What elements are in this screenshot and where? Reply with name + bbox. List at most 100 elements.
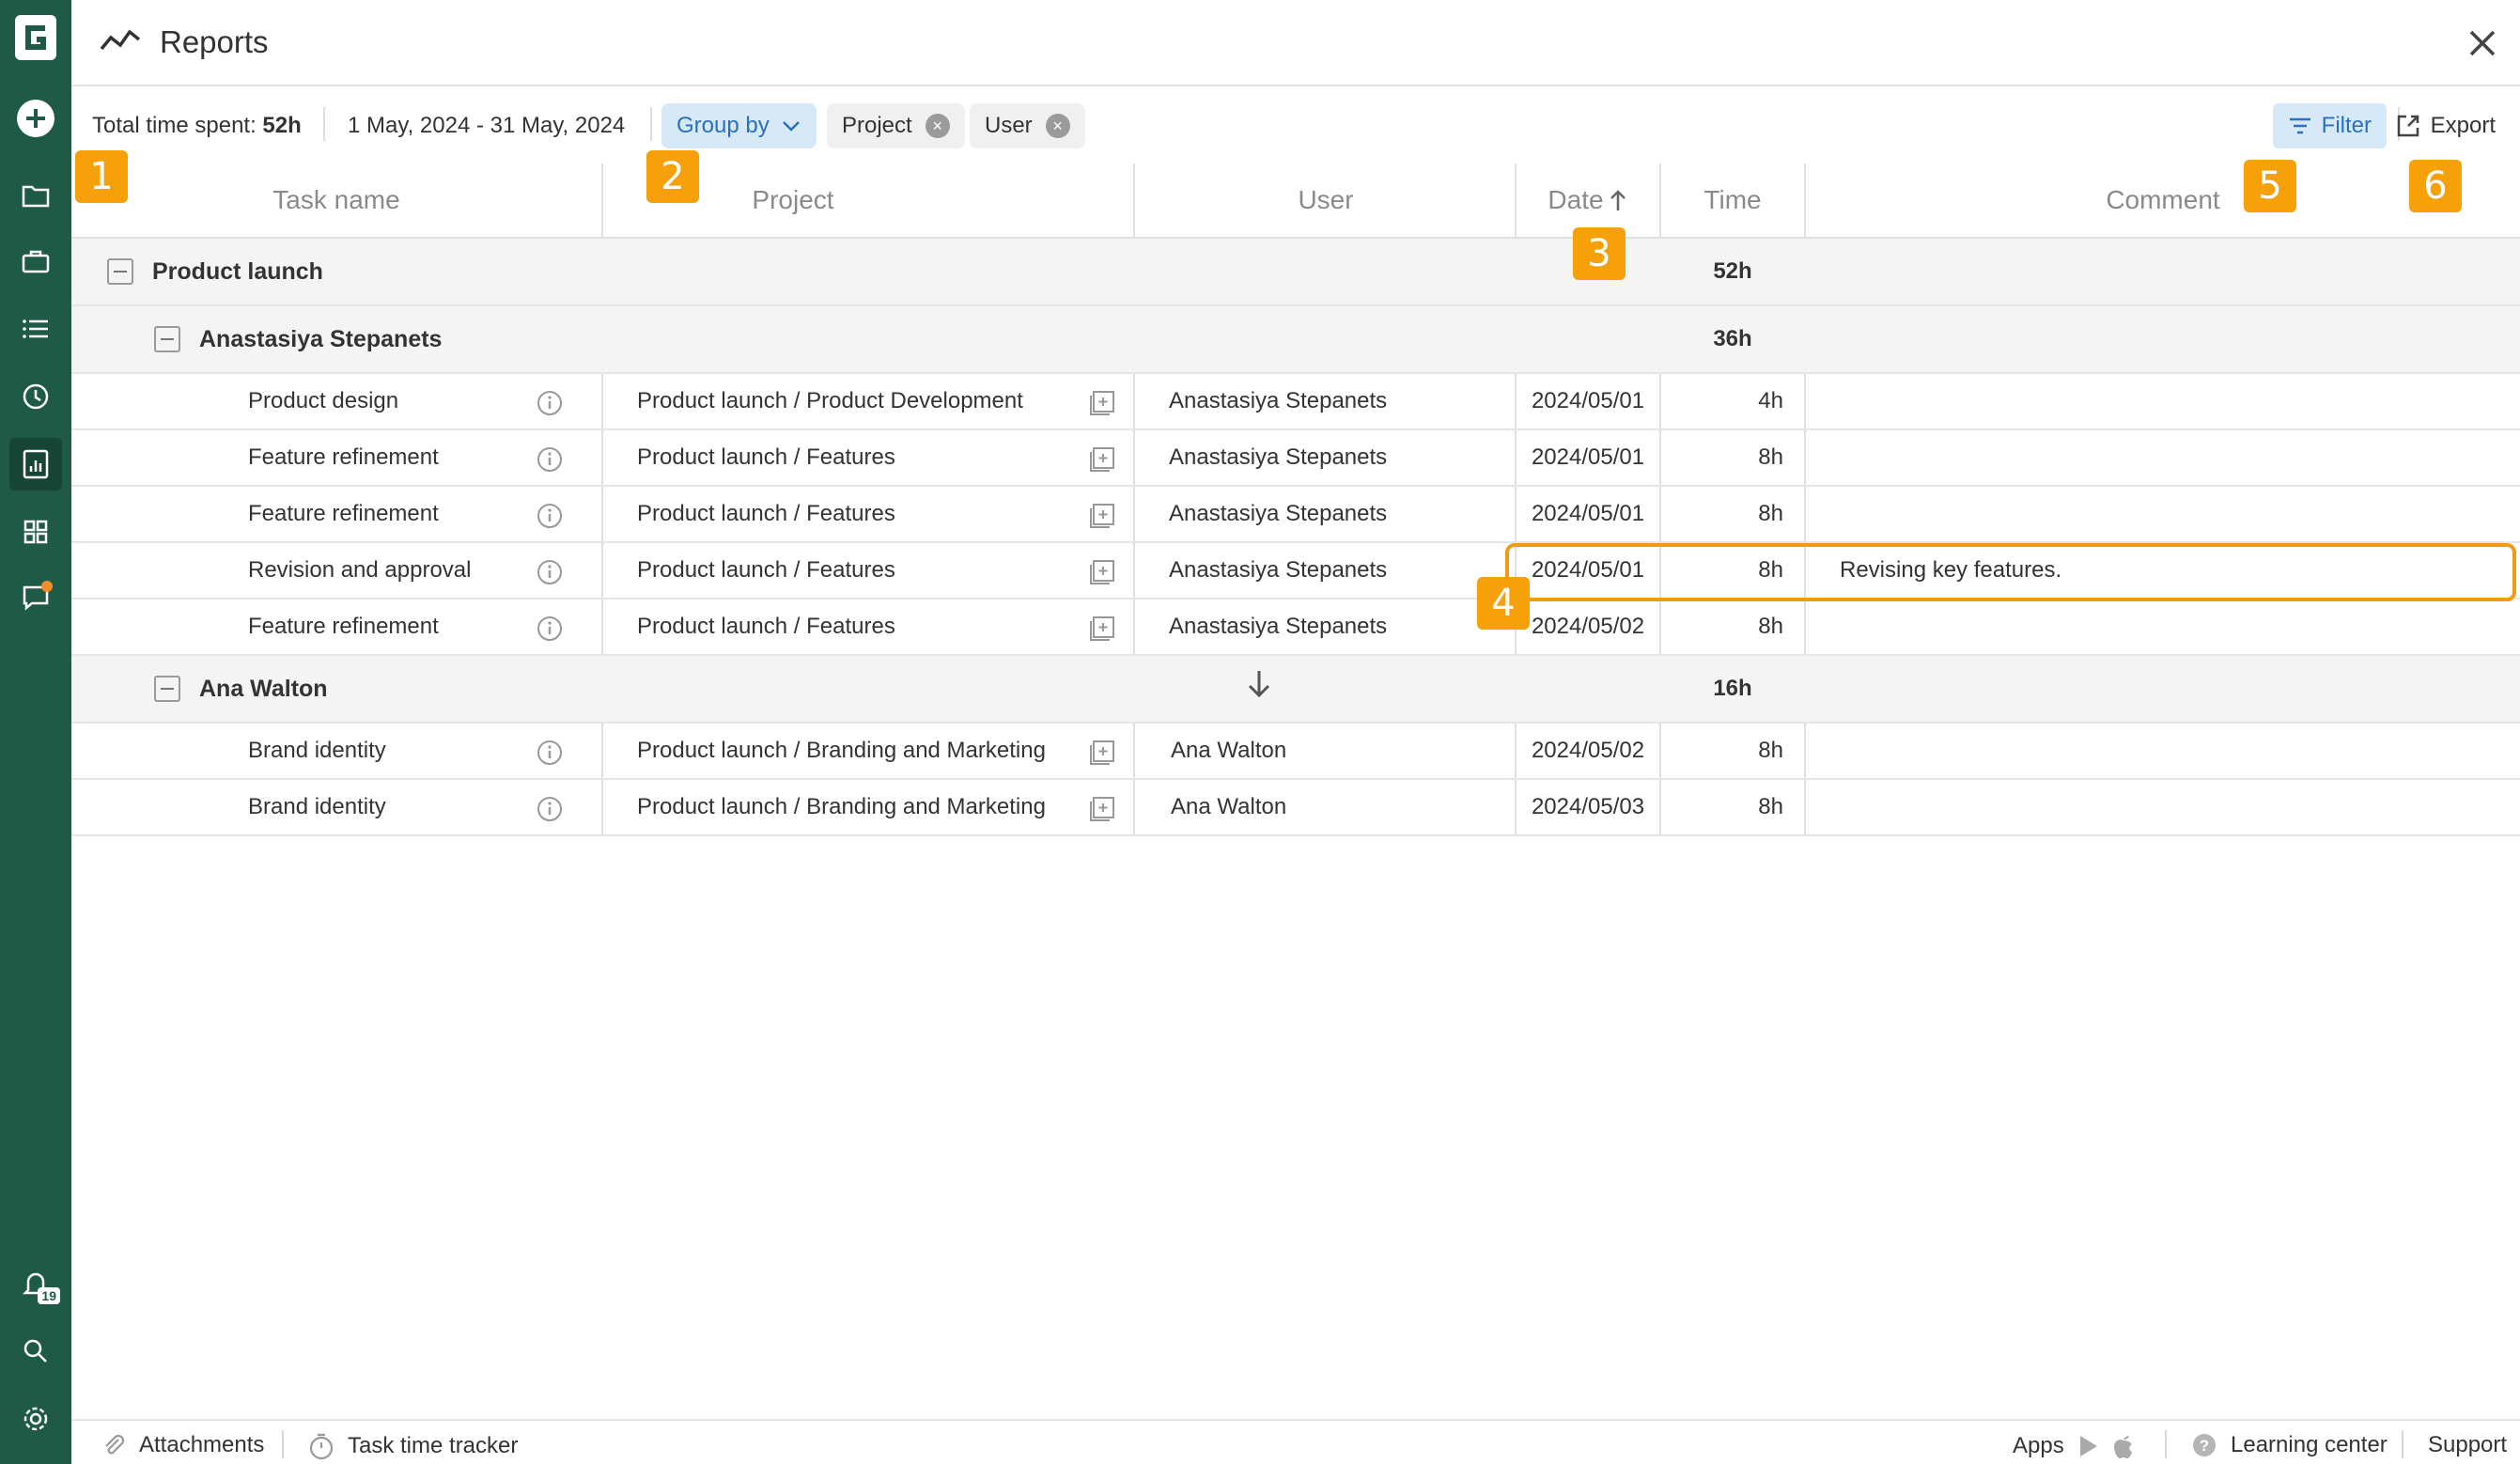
open-project-icon[interactable] [1088, 445, 1116, 474]
close-icon[interactable] [2464, 24, 2501, 62]
open-project-icon[interactable] [1088, 389, 1116, 417]
collapse-toggle-icon[interactable] [107, 258, 133, 285]
table-row[interactable]: Feature refinement Product launch / Feat… [71, 600, 2520, 656]
group-row-user[interactable]: Ana Walton 16h [71, 656, 2520, 724]
step-marker-4: 4 [1477, 577, 1530, 630]
column-header-date[interactable]: Date [1517, 164, 1659, 237]
entry-date[interactable]: 2024/05/01 [1517, 487, 1659, 541]
chat-icon[interactable] [17, 579, 54, 616]
group-row-project[interactable]: Product launch 52h [71, 239, 2520, 306]
entry-time[interactable]: 8h [1661, 487, 1783, 541]
remove-chip-icon[interactable]: × [925, 114, 950, 138]
total-time-label: Total time spent: [92, 113, 257, 138]
notifications-bell-icon[interactable]: 19 [17, 1265, 60, 1304]
arrow-down-icon[interactable] [1240, 665, 1278, 703]
entry-time[interactable]: 8h [1661, 600, 1783, 654]
task-name[interactable]: Brand identity [248, 724, 386, 778]
project-path[interactable]: Product launch / Product Development [637, 374, 1023, 428]
task-name[interactable]: Feature refinement [248, 487, 439, 541]
info-icon[interactable] [536, 739, 564, 767]
export-label: Export [2430, 113, 2496, 138]
column-header-time[interactable]: Time [1661, 164, 1804, 237]
project-path[interactable]: Product launch / Features [637, 543, 895, 598]
divider [323, 107, 325, 141]
entry-date[interactable]: 2024/05/01 [1517, 374, 1659, 428]
add-icon[interactable] [13, 96, 58, 141]
user-name: Anastasiya Stepanets [1169, 557, 1388, 583]
clock-icon[interactable] [17, 378, 54, 415]
group-chip-user[interactable]: User × [970, 103, 1085, 148]
stopwatch-icon [309, 1433, 334, 1460]
attachments-link[interactable]: Attachments [100, 1432, 264, 1458]
folder-icon[interactable] [17, 177, 54, 214]
entry-time[interactable]: 4h [1661, 374, 1783, 428]
info-icon[interactable] [536, 615, 564, 643]
task-name[interactable]: Revision and approval [248, 543, 471, 598]
export-button[interactable]: Export [2395, 103, 2496, 148]
task-name[interactable]: Feature refinement [248, 600, 439, 654]
reports-icon[interactable] [9, 438, 62, 491]
info-icon[interactable] [536, 389, 564, 417]
search-icon[interactable] [17, 1332, 54, 1370]
info-icon[interactable] [536, 558, 564, 586]
user-name: Anastasiya Stepanets [1169, 501, 1388, 526]
table-row[interactable]: Brand identity Product launch / Branding… [71, 780, 2520, 836]
entry-time[interactable]: 8h [1661, 430, 1783, 485]
entry-time[interactable]: 8h [1661, 724, 1783, 778]
apple-icon[interactable] [2111, 1432, 2136, 1460]
collapse-toggle-icon[interactable] [154, 326, 180, 352]
open-project-icon[interactable] [1088, 795, 1116, 823]
learning-center-link[interactable]: ? Learning center [2191, 1432, 2388, 1458]
sort-ascending-icon[interactable] [1608, 188, 1628, 212]
table-row[interactable]: Feature refinement Product launch / Feat… [71, 487, 2520, 543]
step-marker-2: 2 [646, 150, 699, 203]
project-path[interactable]: Product launch / Branding and Marketing [637, 724, 1046, 778]
highlight-frame [1505, 543, 2516, 601]
collapse-toggle-icon[interactable] [154, 676, 180, 702]
column-header-task[interactable]: Task name [71, 164, 601, 237]
chip-label: User [985, 113, 1033, 138]
entry-date[interactable]: 2024/05/02 [1517, 724, 1659, 778]
entry-date[interactable]: 2024/05/01 [1517, 430, 1659, 485]
list-icon[interactable] [17, 310, 54, 348]
date-range[interactable]: 1 May, 2024 - 31 May, 2024 [348, 113, 625, 139]
group-row-user[interactable]: Anastasiya Stepanets 36h [71, 306, 2520, 374]
task-name[interactable]: Brand identity [248, 780, 386, 834]
open-project-icon[interactable] [1088, 558, 1116, 586]
total-time-value: 52h [262, 113, 302, 138]
open-project-icon[interactable] [1088, 502, 1116, 530]
entry-time[interactable]: 8h [1661, 780, 1783, 834]
task-name[interactable]: Product design [248, 374, 398, 428]
entry-date[interactable]: 2024/05/03 [1517, 780, 1659, 834]
settings-gear-icon[interactable] [17, 1400, 54, 1438]
project-path[interactable]: Product launch / Features [637, 430, 895, 485]
filter-button[interactable]: Filter [2272, 103, 2387, 148]
task-name[interactable]: Feature refinement [248, 430, 439, 485]
apps-grid-icon[interactable] [17, 513, 54, 551]
project-path[interactable]: Product launch / Features [637, 487, 895, 541]
project-path[interactable]: Product launch / Features [637, 600, 895, 654]
table-row[interactable]: Brand identity Product launch / Branding… [71, 724, 2520, 780]
entry-date[interactable]: 2024/05/02 [1517, 600, 1659, 654]
apps-link[interactable]: Apps [2013, 1432, 2136, 1460]
briefcase-icon[interactable] [17, 242, 54, 280]
report-table: Task name Project User Date Time Comment… [71, 164, 2520, 836]
table-row[interactable]: Feature refinement Product launch / Feat… [71, 430, 2520, 487]
info-icon[interactable] [536, 445, 564, 474]
app-logo-icon[interactable] [13, 13, 58, 62]
project-path[interactable]: Product launch / Branding and Marketing [637, 780, 1046, 834]
google-play-icon[interactable] [2077, 1434, 2100, 1458]
group-chip-project[interactable]: Project × [827, 103, 965, 148]
export-icon [2397, 115, 2419, 137]
notification-count: 19 [38, 1287, 60, 1304]
task-time-tracker-link[interactable]: Task time tracker [308, 1432, 518, 1460]
table-row[interactable]: Product design Product launch / Product … [71, 374, 2520, 430]
column-header-user[interactable]: User [1135, 164, 1517, 237]
open-project-icon[interactable] [1088, 739, 1116, 767]
support-link[interactable]: Support [2428, 1432, 2507, 1458]
remove-chip-icon[interactable]: × [1045, 114, 1070, 138]
group-by-dropdown[interactable]: Group by [661, 103, 817, 148]
info-icon[interactable] [536, 502, 564, 530]
open-project-icon[interactable] [1088, 615, 1116, 643]
info-icon[interactable] [536, 795, 564, 823]
